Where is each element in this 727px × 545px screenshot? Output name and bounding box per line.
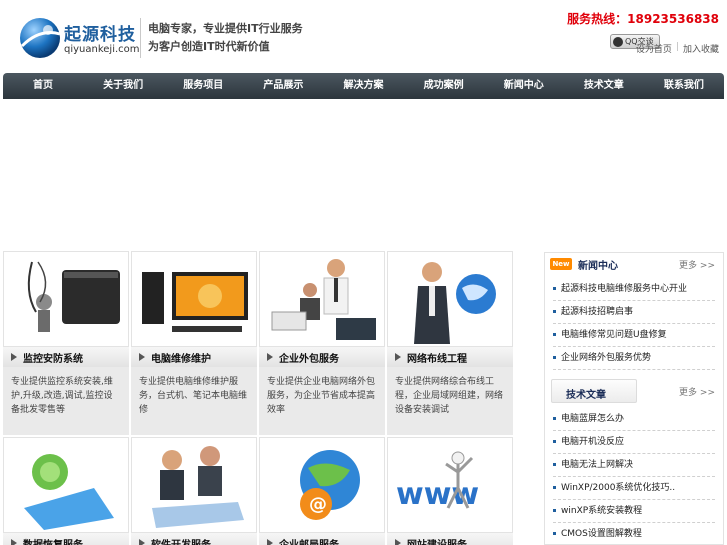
product-title-website[interactable]: 网站建设服务 bbox=[387, 533, 513, 545]
product-card-outsourcing[interactable]: 企业外包服务 专业提供企业电脑网络外包服务，为企业节省成本提高效率 bbox=[259, 251, 385, 435]
product-image-email[interactable]: @ bbox=[259, 437, 385, 533]
arrow-right-icon bbox=[139, 353, 145, 361]
site-header: 起源科技 qiyuankeji.com 电脑专家，专业提供IT行业服务 为客户创… bbox=[0, 0, 727, 72]
new-badge: New bbox=[550, 258, 572, 270]
product-card-cabling[interactable]: 网络布线工程 专业提供网络综合布线工程，企业局域网组建，网络设备安装调试 bbox=[387, 251, 513, 435]
green-globe-icon bbox=[24, 454, 114, 530]
product-title-software[interactable]: 软件开发服务 bbox=[131, 533, 257, 545]
product-image-cabling[interactable] bbox=[387, 251, 513, 347]
product-desc-outsourcing: 专业提供企业电脑网络外包服务，为企业节省成本提高效率 bbox=[267, 377, 376, 415]
business-people-icon bbox=[271, 259, 376, 340]
article-item[interactable]: CMOS设置图解教程 bbox=[553, 523, 715, 545]
nav-item-news[interactable]: 新闻中心 bbox=[484, 73, 564, 99]
tech-articles-list: 电脑蓝屏怎么办 电脑开机没反应 电脑无法上网解决 WinXP/2000系统优化技… bbox=[553, 408, 715, 545]
slogan-line-2: 为客户创造IT时代新价值 bbox=[148, 40, 270, 53]
product-title-cabling[interactable]: 网络布线工程 bbox=[387, 347, 513, 367]
news-title: 新闻中心 bbox=[578, 260, 618, 272]
product-title-email[interactable]: 企业邮局服务 bbox=[259, 533, 385, 545]
arrow-right-icon bbox=[267, 353, 273, 361]
nav-item-articles[interactable]: 技术文章 bbox=[564, 73, 644, 99]
bullet-icon bbox=[553, 509, 556, 512]
email-globe-icon: @ bbox=[300, 450, 360, 520]
globe-businessman-icon bbox=[414, 262, 496, 344]
product-title-data-recovery[interactable]: 数据恢复服务 bbox=[3, 533, 129, 545]
article-item[interactable]: winXP系统安装教程 bbox=[553, 500, 715, 523]
sidebar: New 新闻中心 更多 >> 起源科技电脑维修服务中心开业 起源科技招聘启事 电… bbox=[544, 252, 724, 545]
product-desc-pc-repair: 专业提供电脑维修维护服务，台式机、笔记本电脑维修 bbox=[139, 377, 248, 415]
nav-item-products[interactable]: 产品展示 bbox=[243, 73, 323, 99]
nav-item-solutions[interactable]: 解决方案 bbox=[323, 73, 403, 99]
slogan-line-1: 电脑专家，专业提供IT行业服务 bbox=[148, 22, 303, 35]
arrow-right-icon bbox=[395, 539, 401, 545]
arrow-right-icon bbox=[11, 353, 17, 361]
main-nav: 首页 关于我们 服务项目 产品展示 解决方案 成功案例 新闻中心 技术文章 联系… bbox=[3, 73, 724, 99]
link-separator: | bbox=[675, 42, 679, 52]
service-hotline: 服务热线：18923536838 bbox=[567, 12, 719, 26]
product-image-software[interactable] bbox=[131, 437, 257, 533]
banner-area bbox=[3, 99, 724, 249]
news-item[interactable]: 起源科技招聘启事 bbox=[553, 301, 715, 324]
logo-name[interactable]: 起源科技 bbox=[64, 20, 136, 45]
bullet-icon bbox=[553, 417, 556, 420]
bullet-icon bbox=[553, 333, 556, 336]
qq-penguin-icon bbox=[613, 36, 623, 47]
product-card-pc-repair[interactable]: 电脑维修维护 专业提供电脑维修维护服务，台式机、笔记本电脑维修 bbox=[131, 251, 257, 435]
bullet-icon bbox=[553, 486, 556, 489]
product-card-website[interactable]: www 网站建设服务 bbox=[387, 437, 513, 545]
header-divider bbox=[140, 18, 141, 58]
nav-item-cases[interactable]: 成功案例 bbox=[404, 73, 484, 99]
bullet-icon bbox=[553, 463, 556, 466]
top-links: 设为首页 | 加入收藏 bbox=[636, 42, 719, 55]
product-title-pc-repair[interactable]: 电脑维修维护 bbox=[131, 347, 257, 367]
bullet-icon bbox=[553, 440, 556, 443]
product-desc-cabling: 专业提供网络综合布线工程，企业局域网组建，网络设备安装调试 bbox=[395, 377, 504, 415]
bullet-icon bbox=[553, 310, 556, 313]
news-item[interactable]: 起源科技电脑维修服务中心开业 bbox=[553, 278, 715, 301]
add-favorite-link[interactable]: 加入收藏 bbox=[683, 42, 719, 55]
product-card-surveillance[interactable]: 监控安防系统 专业提供监控系统安装,维护,升级,改造,调试,监控设备批发零售等 bbox=[3, 251, 129, 435]
set-homepage-link[interactable]: 设为首页 bbox=[636, 42, 672, 55]
bullet-icon bbox=[553, 287, 556, 290]
www-figure-icon: www bbox=[396, 451, 479, 512]
tech-articles-title: 技术文章 bbox=[566, 390, 606, 401]
product-card-software[interactable]: 软件开发服务 bbox=[131, 437, 257, 545]
tech-more-link[interactable]: 更多 >> bbox=[679, 385, 715, 398]
camera-equipment-icon bbox=[27, 261, 120, 332]
nav-item-home[interactable]: 首页 bbox=[3, 73, 83, 99]
product-card-email[interactable]: @ 企业邮局服务 bbox=[259, 437, 385, 545]
nav-item-services[interactable]: 服务项目 bbox=[163, 73, 243, 99]
article-item[interactable]: 电脑开机没反应 bbox=[553, 431, 715, 454]
arrow-right-icon bbox=[139, 539, 145, 545]
news-more-link[interactable]: 更多 >> bbox=[679, 258, 715, 271]
news-item[interactable]: 企业网络外包服务优势 bbox=[553, 347, 715, 370]
logo-domain: qiyuankeji.com bbox=[64, 44, 140, 55]
arrow-right-icon bbox=[395, 353, 401, 361]
nav-item-about[interactable]: 关于我们 bbox=[83, 73, 163, 99]
product-image-data-recovery[interactable] bbox=[3, 437, 129, 533]
product-desc-surveillance: 专业提供监控系统安装,维护,升级,改造,调试,监控设备批发零售等 bbox=[11, 377, 113, 415]
logo-globe-icon[interactable] bbox=[18, 16, 62, 60]
news-item[interactable]: 电脑维修常见问题U盘修复 bbox=[553, 324, 715, 347]
bullet-icon bbox=[553, 532, 556, 535]
team-laptop-icon bbox=[152, 446, 244, 528]
tech-articles-tab[interactable]: 技术文章 bbox=[551, 379, 637, 403]
news-list: 起源科技电脑维修服务中心开业 起源科技招聘启事 电脑维修常见问题U盘修复 企业网… bbox=[553, 278, 715, 370]
product-image-website[interactable]: www bbox=[387, 437, 513, 533]
product-card-data-recovery[interactable]: 数据恢复服务 bbox=[3, 437, 129, 545]
bullet-icon bbox=[553, 356, 556, 359]
product-image-surveillance[interactable] bbox=[3, 251, 129, 347]
product-image-outsourcing[interactable] bbox=[259, 251, 385, 347]
desktop-computer-icon bbox=[142, 272, 248, 332]
nav-item-contact[interactable]: 联系我们 bbox=[644, 73, 724, 99]
article-item[interactable]: 电脑蓝屏怎么办 bbox=[553, 408, 715, 431]
arrow-right-icon bbox=[267, 539, 273, 545]
svg-text:@: @ bbox=[309, 494, 327, 515]
product-image-pc-repair[interactable] bbox=[131, 251, 257, 347]
product-title-outsourcing[interactable]: 企业外包服务 bbox=[259, 347, 385, 367]
news-header: New 新闻中心 更多 >> bbox=[545, 253, 723, 275]
article-item[interactable]: 电脑无法上网解决 bbox=[553, 454, 715, 477]
product-title-surveillance[interactable]: 监控安防系统 bbox=[3, 347, 129, 367]
arrow-right-icon bbox=[11, 539, 17, 545]
article-item[interactable]: WinXP/2000系统优化技巧.. bbox=[553, 477, 715, 500]
